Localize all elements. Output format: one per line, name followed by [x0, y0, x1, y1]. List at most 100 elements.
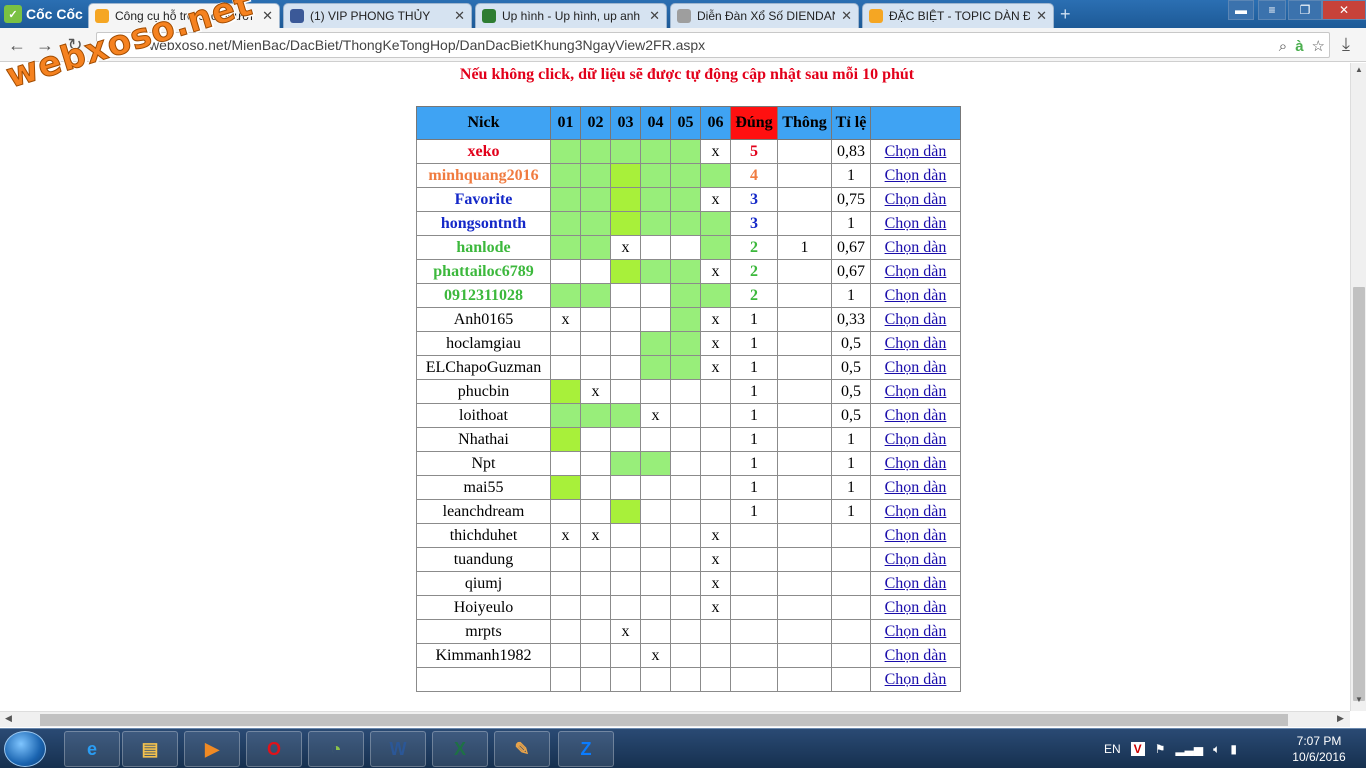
scroll-right-icon[interactable]: ▶ — [1337, 713, 1344, 724]
choose-set-link[interactable]: Chọn dàn — [870, 355, 961, 380]
choose-set-link[interactable]: Chọn dàn — [870, 403, 961, 428]
address-bar[interactable]: webxoso.net/MienBac/DacBiet/ThongKeTongH… — [96, 32, 1330, 58]
nick-cell: phucbin — [416, 379, 551, 404]
thong-cell — [777, 451, 832, 476]
horizontal-scroll-thumb[interactable] — [40, 714, 1288, 726]
table-row: ELChapoGuzman x 1 0,5 Chọn dàn — [416, 355, 961, 380]
nick-cell: Anh0165 — [416, 307, 551, 332]
choose-set-link[interactable]: Chọn dàn — [870, 139, 961, 164]
choose-set-link[interactable]: Chọn dàn — [870, 283, 961, 308]
choose-set-link[interactable]: Chọn dàn — [870, 331, 961, 356]
battery-icon[interactable]: ▮ — [1230, 742, 1237, 756]
browser-menu-button[interactable]: ≡ — [1258, 0, 1286, 20]
coccoc-icon[interactable]: ◔ — [308, 731, 364, 767]
zalo-icon[interactable]: Z — [558, 731, 614, 767]
ratio-cell: 0,67 — [831, 235, 871, 260]
day-cell — [640, 379, 671, 404]
choose-set-link[interactable]: Chọn dàn — [870, 643, 961, 668]
maximize-button[interactable]: ❐ — [1288, 0, 1322, 20]
choose-set-link[interactable]: Chọn dàn — [870, 523, 961, 548]
day-cell — [580, 139, 611, 164]
browser-tab[interactable]: (1) VIP PHONG THỦY ✕ — [283, 3, 472, 28]
day-cell — [550, 451, 581, 476]
browser-tab[interactable]: ĐẶC BIỆT - TOPIC DÀN ĐẶ ✕ — [862, 3, 1054, 28]
choose-set-link[interactable]: Chọn dàn — [870, 571, 961, 596]
page-content: Nếu không click, dữ liệu sẽ được tự động… — [0, 63, 1350, 711]
signal-icon[interactable]: ▂▃▅ — [1175, 742, 1203, 756]
adblock-icon[interactable]: à — [1295, 35, 1303, 59]
day-cell — [550, 667, 581, 692]
choose-set-link[interactable]: Chọn dàn — [870, 163, 961, 188]
choose-set-link[interactable]: Chọn dàn — [870, 307, 961, 332]
tab-close-icon[interactable]: ✕ — [649, 8, 660, 24]
media-player-icon[interactable]: ▶ — [184, 731, 240, 767]
nick-cell: mai55 — [416, 475, 551, 500]
vertical-scroll-thumb[interactable] — [1353, 287, 1365, 701]
browser-tab[interactable]: Diễn Đàn Xổ Số DIENDAN ✕ — [670, 3, 859, 28]
scroll-down-icon[interactable]: ▼ — [1351, 695, 1366, 709]
column-header: 01 — [550, 106, 581, 140]
choose-set-link[interactable]: Chọn dàn — [870, 211, 961, 236]
word-icon[interactable]: W — [370, 731, 426, 767]
table-row: xeko x 5 0,83 Chọn dàn — [416, 139, 961, 164]
explorer-icon[interactable]: ▤ — [122, 731, 178, 767]
day-cell — [610, 667, 641, 692]
start-button[interactable] — [4, 731, 46, 767]
browser-brand[interactable]: ✓ Cốc Cốc — [0, 0, 88, 28]
nick-cell: Favorite — [416, 187, 551, 212]
choose-set-link[interactable]: Chọn dàn — [870, 451, 961, 476]
close-window-button[interactable]: ✕ — [1322, 0, 1366, 20]
choose-set-link[interactable]: Chọn dàn — [870, 667, 961, 692]
bookmark-star-icon[interactable]: ☆ — [1312, 35, 1325, 59]
screen: ✓ Cốc Cốc Công cụ hỗ trợ cho người ✕ (1) V… — [0, 0, 1366, 768]
correct-count-cell: 5 — [730, 139, 778, 164]
language-indicator[interactable]: EN — [1104, 742, 1121, 756]
choose-set-link[interactable]: Chọn dàn — [870, 379, 961, 404]
vertical-scrollbar[interactable]: ▲ ▼ — [1350, 63, 1366, 711]
nick-cell: 0912311028 — [416, 283, 551, 308]
horizontal-scrollbar[interactable]: ◀ ▶ — [0, 711, 1350, 727]
nick-cell: Kimmanh1982 — [416, 643, 551, 668]
choose-set-link[interactable]: Chọn dàn — [870, 619, 961, 644]
tab-close-icon[interactable]: ✕ — [454, 8, 465, 24]
day-cell — [640, 355, 671, 380]
scroll-left-icon[interactable]: ◀ — [5, 713, 12, 724]
excel-icon[interactable]: X — [432, 731, 488, 767]
day-cell: x — [700, 595, 731, 620]
day-cell — [580, 643, 611, 668]
volume-icon[interactable]: 🔈︎ — [1213, 742, 1220, 757]
choose-set-link[interactable]: Chọn dàn — [870, 547, 961, 572]
ie-icon[interactable]: e — [64, 731, 120, 767]
correct-count-cell — [730, 523, 778, 548]
ratio-cell: 0,5 — [831, 379, 871, 404]
zoom-icon[interactable]: ⌕ — [1279, 35, 1287, 59]
tab-close-icon[interactable]: ✕ — [262, 8, 273, 24]
day-cell — [670, 475, 701, 500]
download-icon[interactable]: ⤓ — [1342, 34, 1362, 56]
choose-set-link[interactable]: Chọn dàn — [870, 235, 961, 260]
correct-count-cell: 3 — [730, 211, 778, 236]
browser-tab[interactable]: Up hình - Up hình, up anh ✕ — [475, 3, 667, 28]
antivirus-icon[interactable]: V — [1130, 742, 1145, 756]
thong-cell — [777, 355, 832, 380]
choose-set-link[interactable]: Chọn dàn — [870, 595, 961, 620]
choose-set-link[interactable]: Chọn dàn — [870, 187, 961, 212]
table-row: hanlode x 2 1 0,67 Chọn dàn — [416, 235, 961, 260]
tab-close-icon[interactable]: ✕ — [1036, 8, 1047, 24]
opera-icon[interactable]: O — [246, 731, 302, 767]
choose-set-link[interactable]: Chọn dàn — [870, 427, 961, 452]
choose-set-link[interactable]: Chọn dàn — [870, 475, 961, 500]
tab-close-icon[interactable]: ✕ — [841, 8, 852, 24]
scroll-up-icon[interactable]: ▲ — [1351, 65, 1366, 79]
day-cell: x — [700, 307, 731, 332]
paint-icon[interactable]: ✎ — [494, 731, 550, 767]
correct-count-cell — [730, 547, 778, 572]
system-clock[interactable]: 7:07 PM 10/6/2016 — [1284, 733, 1354, 765]
minimize-button[interactable]: ▬ — [1228, 0, 1254, 20]
tab-title: Diễn Đàn Xổ Số DIENDAN — [697, 9, 836, 23]
day-cell — [670, 331, 701, 356]
new-tab-button[interactable]: + — [1060, 5, 1078, 23]
choose-set-link[interactable]: Chọn dàn — [870, 259, 961, 284]
choose-set-link[interactable]: Chọn dàn — [870, 499, 961, 524]
flag-icon[interactable]: ⚑ — [1155, 742, 1166, 756]
